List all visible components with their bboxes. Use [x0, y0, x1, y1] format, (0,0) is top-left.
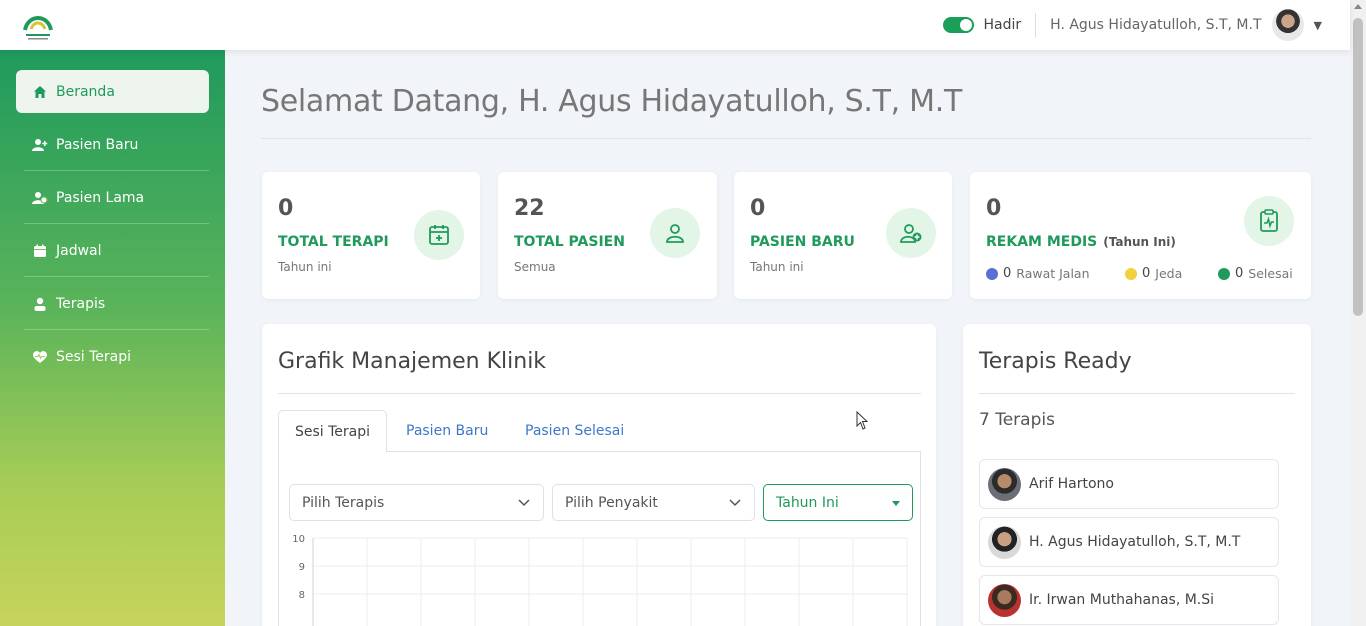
- sidebar-item-terapis[interactable]: Terapis: [16, 282, 209, 330]
- tab-pasien-selesai[interactable]: Pasien Selesai: [509, 410, 640, 452]
- sidebar-item-label: Terapis: [56, 295, 106, 312]
- check-circle-icon: [1218, 267, 1230, 280]
- chevron-down-icon: [518, 499, 530, 507]
- chevron-down-icon[interactable]: ▼: [1314, 19, 1322, 32]
- terapis-name: H. Agus Hidayatulloh, S.T, M.T: [1029, 534, 1241, 550]
- stat-subtitle: Tahun ini: [750, 260, 804, 274]
- line-chart: 10 9 8: [292, 534, 908, 626]
- user-icon: [32, 296, 48, 312]
- sidebar-item-pasien-baru[interactable]: Pasien Baru: [16, 123, 209, 171]
- main-content: Selamat Datang, H. Agus Hidayatulloh, S.…: [225, 50, 1350, 626]
- terapis-name: Ir. Irwan Muthahanas, M.Si: [1029, 592, 1215, 608]
- stat-subtitle: Semua: [514, 260, 556, 274]
- medical-record-icon: [1244, 196, 1294, 246]
- stat-title: REKAM MEDIS (Tahun Ini): [986, 234, 1176, 250]
- sidebar-item-label: Pasien Lama: [56, 189, 145, 206]
- stat-value: 0: [986, 196, 1002, 221]
- clinic-logo[interactable]: [22, 8, 54, 42]
- y-tick-label: 9: [299, 562, 305, 573]
- penyakit-select[interactable]: Pilih Penyakit: [552, 484, 755, 521]
- divider: [1035, 13, 1037, 37]
- list-item[interactable]: Ir. Irwan Muthahanas, M.Si: [979, 575, 1279, 625]
- sidebar-item-label: Pasien Baru: [56, 136, 139, 153]
- user-plus-icon: [32, 137, 48, 153]
- terapis-name: Arif Hartono: [1029, 476, 1114, 492]
- sidebar-item-label: Sesi Terapi: [56, 348, 132, 365]
- avatar: [988, 525, 1021, 559]
- sidebar-item-label: Jadwal: [56, 242, 102, 259]
- sidebar-item-label: Beranda: [56, 83, 115, 100]
- avatar: [988, 583, 1021, 617]
- terapis-ready-panel: Terapis Ready 7 Terapis Arif Hartono H. …: [963, 324, 1311, 626]
- terapis-count: 7 Terapis: [979, 410, 1055, 430]
- page-title: Selamat Datang, H. Agus Hidayatulloh, S.…: [261, 84, 963, 119]
- chevron-down-icon: [729, 499, 741, 507]
- stat-card-total-pasien: 22 TOTAL PASIEN Semua: [498, 172, 717, 299]
- pause-icon: [1125, 267, 1137, 280]
- chart-panel-title: Grafik Manajemen Klinik: [278, 349, 547, 374]
- chart-tabs: Sesi Terapi Pasien Baru Pasien Selesai: [278, 410, 921, 453]
- selesai-count: 0 Selesai: [1218, 266, 1293, 281]
- tab-sesi-terapi[interactable]: Sesi Terapi: [278, 410, 388, 453]
- sidebar-item-jadwal[interactable]: Jadwal: [16, 229, 209, 277]
- jeda-count: 0 Jeda: [1125, 266, 1182, 281]
- avatar: [988, 467, 1021, 501]
- stat-title-main: REKAM MEDIS: [986, 234, 1098, 250]
- users-icon: [32, 190, 48, 206]
- sidebar-item-sesi-terapi[interactable]: Sesi Terapi: [16, 335, 209, 378]
- stat-subtitle: Tahun ini: [278, 260, 332, 274]
- y-tick-label: 8: [299, 590, 305, 601]
- scroll-up-arrow[interactable]: [1354, 4, 1362, 9]
- presence-label: Hadir: [983, 17, 1022, 33]
- calendar-plus-icon: [414, 210, 464, 260]
- user-icon: [650, 208, 700, 258]
- y-tick-label: 10: [292, 534, 305, 545]
- divider: [261, 138, 1311, 139]
- stat-title-sub: (Tahun Ini): [1103, 235, 1176, 249]
- user-name[interactable]: H. Agus Hidayatulloh, S.T, M.T: [1050, 17, 1261, 33]
- home-icon: [32, 84, 48, 100]
- stat-card-pasien-baru: 0 PASIEN BARU Tahun ini: [734, 172, 952, 299]
- heart-icon: [32, 349, 48, 365]
- sidebar-item-beranda[interactable]: Beranda: [16, 70, 209, 113]
- top-navbar: Hadir H. Agus Hidayatulloh, S.T, M.T ▼: [0, 0, 1350, 50]
- stat-title: PASIEN BARU: [750, 234, 855, 250]
- clock-icon: [986, 267, 998, 280]
- scrollbar-thumb[interactable]: [1353, 18, 1363, 316]
- divider: [979, 393, 1295, 394]
- calendar-icon: [32, 243, 48, 259]
- presence-toggle[interactable]: [942, 17, 974, 33]
- stat-card-rekam-medis: 0 REKAM MEDIS (Tahun Ini) 0 Rawat Jalan 0…: [970, 172, 1311, 299]
- page-scrollbar[interactable]: [1350, 0, 1366, 626]
- stat-card-total-terapi: 0 TOTAL TERAPI Tahun ini: [262, 172, 480, 299]
- divider: [278, 393, 921, 394]
- user-add-icon: [886, 208, 936, 258]
- mouse-cursor-icon: [856, 411, 869, 430]
- list-item[interactable]: Arif Hartono: [979, 459, 1279, 509]
- periode-select[interactable]: Tahun Ini: [763, 484, 913, 521]
- chart-panel: Grafik Manajemen Klinik Sesi Terapi Pasi…: [262, 324, 936, 626]
- user-avatar[interactable]: [1271, 9, 1304, 41]
- tab-pasien-baru[interactable]: Pasien Baru: [390, 410, 504, 452]
- stat-title: TOTAL TERAPI: [278, 234, 389, 250]
- list-item[interactable]: H. Agus Hidayatulloh, S.T, M.T: [979, 517, 1279, 567]
- stat-value: 0: [750, 196, 766, 221]
- sidebar: Beranda Pasien Baru Pasien Lama Jadwal T…: [0, 50, 225, 626]
- tab-content: Pilih Terapis Pilih Penyakit Tahun Ini 1…: [278, 452, 921, 626]
- caret-down-icon: [892, 501, 900, 506]
- terapis-select[interactable]: Pilih Terapis: [289, 484, 544, 521]
- stat-value: 0: [278, 196, 294, 221]
- sidebar-item-pasien-lama[interactable]: Pasien Lama: [16, 176, 209, 224]
- stat-value: 22: [514, 196, 545, 221]
- terapis-panel-title: Terapis Ready: [979, 349, 1132, 374]
- stat-title: TOTAL PASIEN: [514, 234, 625, 250]
- rawat-jalan-count: 0 Rawat Jalan: [986, 266, 1090, 281]
